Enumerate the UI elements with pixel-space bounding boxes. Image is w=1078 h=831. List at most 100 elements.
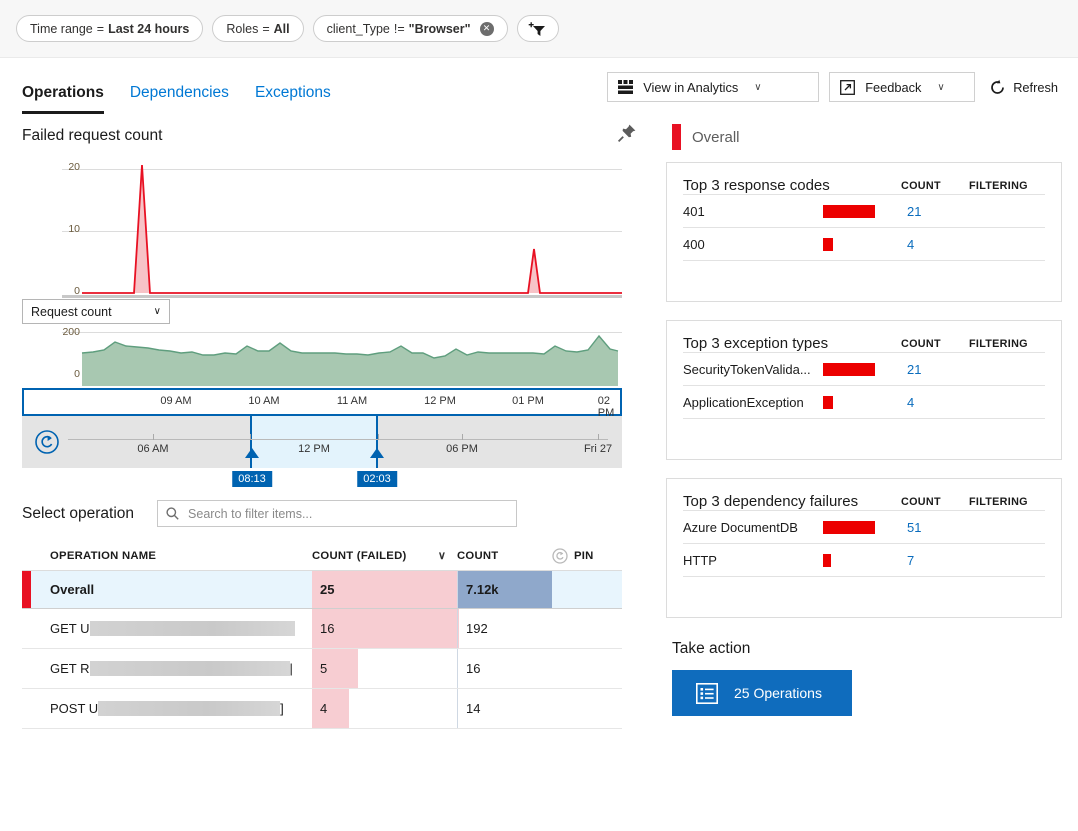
- redacted-operation-name: [89, 661, 290, 676]
- card-title: Top 3 exception types: [683, 335, 829, 352]
- card-footer: [683, 418, 1045, 444]
- cell-count: 14: [457, 689, 552, 728]
- filter-pill-time-range[interactable]: Time range = Last 24 hours: [16, 15, 204, 42]
- column-count-failed[interactable]: COUNT (FAILED): [312, 550, 427, 562]
- operation-name-text: Overall: [50, 582, 95, 597]
- filter-operator: !=: [393, 21, 405, 36]
- pin-chart-button[interactable]: [616, 122, 638, 149]
- filter-pill-client-type[interactable]: client_Type != "Browser" ✕: [312, 15, 508, 42]
- redacted-operation-name: [89, 621, 295, 636]
- scrubber-handle-right[interactable]: [370, 448, 384, 458]
- axis-label-0: 09 AM: [160, 395, 192, 407]
- filter-name: client_Type: [326, 21, 390, 36]
- card-row[interactable]: ApplicationException 4: [683, 385, 1045, 418]
- card-row-label: Azure DocumentDB: [683, 519, 798, 535]
- cell-spacer: [427, 609, 457, 648]
- chevron-down-icon[interactable]: ∨: [937, 82, 944, 93]
- chevron-down-icon: ∨: [153, 306, 161, 317]
- card-row[interactable]: Azure DocumentDB 51: [683, 510, 1045, 543]
- request-count-chart[interactable]: 200 0: [22, 326, 622, 388]
- table-row[interactable]: GET R | 5 16: [22, 649, 622, 689]
- cell-operation-name: POST U ]: [22, 689, 312, 728]
- cell-pin[interactable]: [552, 649, 622, 688]
- add-filter-button[interactable]: [516, 15, 559, 42]
- cell-count-failed: 5: [312, 649, 427, 688]
- reset-time-range-button[interactable]: [34, 429, 60, 455]
- card-row-bar: [823, 395, 833, 409]
- chart-time-axis[interactable]: 09 AM 10 AM 11 AM 12 PM 01 PM 02 PM: [22, 388, 622, 419]
- remove-filter-icon[interactable]: ✕: [479, 21, 494, 36]
- cell-count-failed: 25: [312, 571, 542, 608]
- card-top-exception-types: Top 3 exception types COUNT FILTERING Se…: [666, 320, 1062, 460]
- failed-request-chart[interactable]: 20 10 0: [22, 159, 622, 299]
- operations-action-label: 25 Operations: [734, 685, 822, 701]
- tab-exceptions[interactable]: Exceptions: [255, 84, 331, 114]
- axis-label-4: 01 PM: [512, 395, 544, 407]
- operation-name-text: GET U: [50, 621, 90, 636]
- analytics-grid-icon: [618, 80, 634, 94]
- scrubber-selection[interactable]: [250, 416, 378, 468]
- column-count[interactable]: COUNT: [457, 550, 552, 562]
- right-column: Overall Top 3 response codes COUNT FILTE…: [660, 114, 1078, 729]
- card-row[interactable]: SecurityTokenValida... 21: [683, 352, 1045, 385]
- column-operation-name[interactable]: OPERATION NAME: [22, 550, 312, 562]
- table-row[interactable]: Overall 25 7.12k: [22, 571, 622, 609]
- card-row[interactable]: 401 21: [683, 194, 1045, 227]
- card-row-label: 401: [683, 203, 705, 219]
- main-content: Failed request count 20 10 0 Request cou…: [0, 114, 1078, 729]
- search-input[interactable]: [186, 505, 509, 522]
- card-row-bar-wrap: [823, 204, 901, 218]
- card-row-count[interactable]: 21: [901, 204, 969, 219]
- tab-operations[interactable]: Operations: [22, 84, 104, 114]
- card-column-filtering: FILTERING: [969, 338, 1028, 350]
- card-row[interactable]: 400 4: [683, 227, 1045, 260]
- table-row[interactable]: GET U 16 192: [22, 609, 622, 649]
- card-row-count[interactable]: 4: [901, 237, 969, 252]
- card-row-bar-wrap: [823, 553, 901, 567]
- failed-chart-title: Failed request count: [22, 126, 163, 144]
- cell-count: 16: [457, 649, 552, 688]
- card-row-label: SecurityTokenValida...: [683, 361, 811, 377]
- card-row-count[interactable]: 51: [901, 520, 969, 535]
- card-row-label: HTTP: [683, 552, 717, 568]
- card-row-count[interactable]: 7: [901, 553, 969, 568]
- table-row[interactable]: POST U ] 4 14: [22, 689, 622, 729]
- view-in-analytics-button[interactable]: View in Analytics ∨: [607, 72, 820, 102]
- count-failed-value: 25: [320, 582, 335, 597]
- scrubber-label-3: Fri 27: [583, 443, 613, 455]
- cell-pin[interactable]: [552, 609, 622, 648]
- operations-action-button[interactable]: 25 Operations: [672, 670, 852, 716]
- failed-chart-header: Failed request count: [22, 114, 660, 159]
- card-row[interactable]: HTTP 7: [683, 543, 1045, 576]
- count-failed-value: 5: [320, 661, 328, 676]
- card-row-bar-wrap: [823, 237, 901, 251]
- refresh-button[interactable]: Refresh: [985, 79, 1062, 96]
- time-scrubber[interactable]: 06 AM 12 PM 06 PM Fri 27 08:13 02:03: [22, 416, 622, 487]
- card-row-bar-wrap: [823, 520, 901, 534]
- count-value: 14: [466, 701, 481, 716]
- search-icon: [166, 507, 179, 520]
- scrubber-label-1: 12 PM: [298, 443, 330, 455]
- operation-search-box[interactable]: [157, 500, 518, 527]
- scrubber-handle-left[interactable]: [245, 448, 259, 458]
- cell-pin[interactable]: [552, 571, 622, 608]
- count-value: 192: [466, 621, 488, 636]
- card-row-bar: [823, 553, 831, 567]
- sort-caret-icon[interactable]: ∨: [427, 549, 457, 562]
- operation-name-text: POST U: [50, 701, 99, 716]
- tab-dependencies[interactable]: Dependencies: [130, 84, 229, 114]
- column-pin[interactable]: PIN: [552, 547, 622, 564]
- cell-count: 192: [457, 609, 552, 648]
- filter-pill-roles[interactable]: Roles = All: [212, 15, 304, 42]
- card-row-label: 400: [683, 236, 705, 252]
- card-row-count[interactable]: 4: [901, 395, 969, 410]
- metric-selector[interactable]: Request count ∨: [22, 299, 170, 324]
- chevron-down-icon[interactable]: ∨: [754, 82, 761, 93]
- cell-count: 7.12k: [457, 571, 552, 608]
- request-count-series: [81, 334, 619, 386]
- feedback-button[interactable]: Feedback ∨: [829, 72, 976, 102]
- cell-pin[interactable]: [552, 689, 622, 728]
- count-value: 16: [466, 661, 481, 676]
- card-column-filtering: FILTERING: [969, 496, 1028, 508]
- card-row-count[interactable]: 21: [901, 362, 969, 377]
